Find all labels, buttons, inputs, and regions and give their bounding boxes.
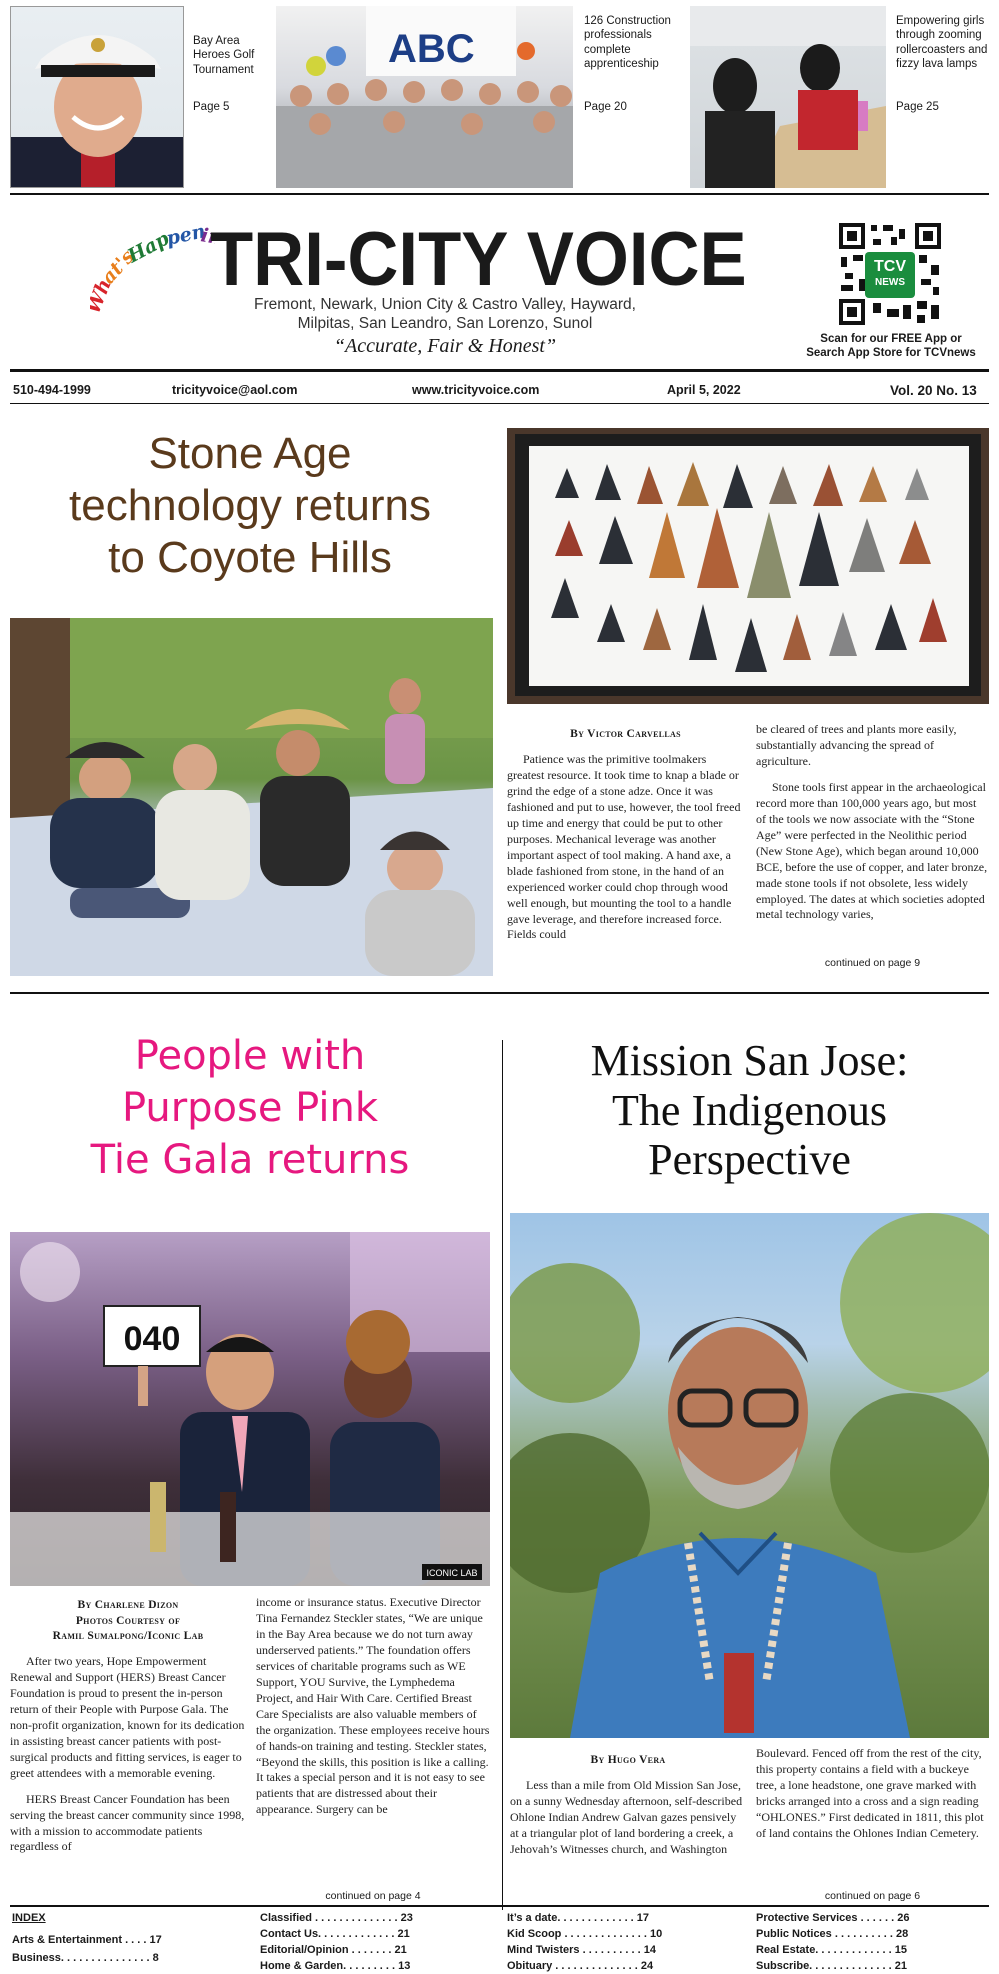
index-entry[interactable]: Editorial/Opinion . . . . . . . 21 bbox=[260, 1944, 435, 1956]
story1-col2: be cleared of trees and plants more easi… bbox=[756, 722, 989, 933]
teaser-photo-girls[interactable] bbox=[690, 6, 886, 188]
index-top-rule bbox=[10, 1905, 989, 1907]
app-promo-line1: Scan for our FREE App or bbox=[820, 333, 962, 345]
index-entry[interactable]: Classified . . . . . . . . . . . . . . 2… bbox=[260, 1912, 435, 1924]
info-bar-top-rule bbox=[10, 369, 989, 372]
tcv-badge-line2: NEWS bbox=[875, 277, 905, 288]
info-bar-bottom-rule bbox=[10, 403, 989, 404]
section-divider bbox=[10, 992, 989, 994]
story3-headline-line3: Perspective bbox=[648, 1135, 851, 1185]
teaser-page-1[interactable]: Page 5 bbox=[193, 101, 229, 113]
index-entry[interactable]: Subscribe. . . . . . . . . . . . . . 21 bbox=[756, 1960, 931, 1972]
story1-continued-link[interactable]: continued on page 9 bbox=[756, 957, 989, 969]
story2-byline-line3: Ramil Sumalpong/Iconic Lab bbox=[52, 1630, 204, 1643]
app-promo-line2: Search App Store for TCVnews bbox=[806, 347, 976, 360]
story1-col1-text: Patience was the primitive toolmakers gr… bbox=[507, 752, 741, 942]
story1-headline-line2: technology returns bbox=[69, 480, 431, 530]
masthead-cities-1: Fremont, Newark, Union City & Castro Val… bbox=[254, 296, 636, 313]
masthead-title: TRI-CITY VOICE bbox=[210, 217, 747, 302]
story1-byline: By Victor Carvellas bbox=[570, 728, 681, 740]
index-entry[interactable]: Mind Twisters . . . . . . . . . . 14 bbox=[507, 1944, 682, 1956]
info-date: April 5, 2022 bbox=[667, 383, 741, 397]
story3-col2-text: Boulevard. Fenced off from the rest of t… bbox=[756, 1746, 984, 1840]
teaser-text-1[interactable]: Bay Area Heroes Golf Tournament bbox=[193, 34, 265, 77]
story2-col1-text-b: HERS Breast Cancer Foundation has been s… bbox=[10, 1791, 245, 1854]
whats-happening-art: Wh at's Hap pen ing bbox=[82, 205, 237, 325]
app-promo[interactable]: Scan for our FREE App or Search App Stor… bbox=[806, 332, 976, 361]
teaser-divider bbox=[10, 193, 989, 195]
story1-headline-line1: Stone Age bbox=[148, 429, 352, 478]
story1-col2-text-a: be cleared of trees and plants more easi… bbox=[756, 722, 957, 768]
story2-headline-line3: Tie Gala returns bbox=[90, 1137, 410, 1183]
index-entry[interactable]: Public Notices . . . . . . . . . . 28 bbox=[756, 1928, 931, 1940]
story2-headline-line1: People with bbox=[134, 1033, 366, 1079]
story1-headline-line3: to Coyote Hills bbox=[108, 532, 392, 582]
info-phone[interactable]: 510-494-1999 bbox=[13, 383, 91, 397]
teaser-text-3[interactable]: Empowering girls through zooming rollerc… bbox=[896, 14, 994, 72]
story2-byline-line1: By Charlene Dizon bbox=[77, 1599, 179, 1611]
story2-col1: After two years, Hope Empowerment Renewa… bbox=[10, 1654, 246, 1865]
index-entry[interactable]: Business. . . . . . . . . . . . . . . 8 bbox=[12, 1952, 182, 1964]
info-website[interactable]: www.tricityvoice.com bbox=[412, 383, 539, 397]
story2-byline-line2: Photos Courtesy of bbox=[75, 1614, 181, 1627]
index-title: INDEX bbox=[12, 1912, 46, 1924]
story2-continued-link[interactable]: continued on page 4 bbox=[256, 1890, 490, 1902]
story2-headline-line2: Purpose Pink bbox=[121, 1085, 379, 1131]
teaser-photo-veteran[interactable] bbox=[10, 6, 184, 188]
story3-headline-line1: Mission San Jose: bbox=[590, 1036, 909, 1085]
story1-col1: Patience was the primitive toolmakers gr… bbox=[507, 752, 744, 953]
index-entry[interactable]: Kid Scoop . . . . . . . . . . . . . . 10 bbox=[507, 1928, 682, 1940]
index-entry[interactable]: Protective Services . . . . . . 26 bbox=[756, 1912, 931, 1924]
story3-photo-galvan[interactable] bbox=[510, 1213, 989, 1738]
story3-col1: Less than a mile from Old Mission San Jo… bbox=[510, 1778, 746, 1868]
index-entry[interactable]: Contact Us. . . . . . . . . . . . . 21 bbox=[260, 1928, 435, 1940]
story3-continued-link[interactable]: continued on page 6 bbox=[756, 1890, 989, 1902]
story2-col2: income or insurance status. Executive Di… bbox=[256, 1595, 490, 1828]
story1-photo-arrowheads[interactable] bbox=[507, 428, 989, 704]
index-entry[interactable]: It’s a date. . . . . . . . . . . . . 17 bbox=[507, 1912, 682, 1924]
teaser-text-2[interactable]: 126 Construction professionals complete … bbox=[584, 14, 694, 72]
index-entry[interactable]: Home & Garden. . . . . . . . . 13 bbox=[260, 1960, 435, 1972]
index-entry[interactable]: Real Estate. . . . . . . . . . . . . 15 bbox=[756, 1944, 931, 1956]
tcv-news-badge[interactable]: TCV NEWS bbox=[865, 252, 915, 298]
story2-photo-credit: ICONIC LAB bbox=[426, 1568, 477, 1578]
story3-col1-text: Less than a mile from Old Mission San Jo… bbox=[510, 1778, 743, 1856]
story3-headline-line2: The Indigenous bbox=[612, 1085, 887, 1135]
story2-headline[interactable]: People with Purpose Pink Tie Gala return… bbox=[10, 1030, 490, 1186]
masthead-motto: “Accurate, Fair & Honest” bbox=[333, 335, 557, 357]
story2-byline: By Charlene Dizon Photos Courtesy of Ram… bbox=[10, 1598, 246, 1645]
story2-col1-text-a: After two years, Hope Empowerment Renewa… bbox=[10, 1654, 245, 1780]
teaser-page-2[interactable]: Page 20 bbox=[584, 101, 627, 113]
story2-paddle-number: 040 bbox=[124, 1320, 181, 1358]
column-divider bbox=[502, 1040, 503, 1910]
tcv-badge-line1: TCV bbox=[874, 258, 906, 275]
info-volume: Vol. 20 No. 13 bbox=[890, 383, 977, 398]
story1-headline[interactable]: Stone Age technology returns to Coyote H… bbox=[10, 428, 490, 584]
story2-photo-gala[interactable]: 040 ICONIC LAB bbox=[10, 1232, 490, 1586]
index-entry[interactable]: Arts & Entertainment . . . . 17 bbox=[12, 1934, 182, 1946]
story3-headline[interactable]: Mission San Jose: The Indigenous Perspec… bbox=[510, 1036, 989, 1185]
story3-byline: By Hugo Vera bbox=[590, 1754, 666, 1766]
masthead-cities-2: Milpitas, San Leandro, San Lorenzo, Suno… bbox=[297, 315, 593, 332]
index-entry[interactable]: Obituary . . . . . . . . . . . . . . 24 bbox=[507, 1960, 682, 1972]
teaser-page-3[interactable]: Page 25 bbox=[896, 101, 939, 113]
info-email[interactable]: tricityvoice@aol.com bbox=[172, 383, 297, 397]
teaser-photo-apprentices[interactable]: ABC bbox=[276, 6, 573, 188]
svg-text:ABC: ABC bbox=[388, 27, 475, 71]
story2-col2-text: income or insurance status. Executive Di… bbox=[256, 1595, 490, 1817]
story1-col2-text-b: Stone tools first appear in the archaeol… bbox=[756, 779, 988, 922]
story3-col2: Boulevard. Fenced off from the rest of t… bbox=[756, 1746, 989, 1852]
story1-photo-toolmakers[interactable] bbox=[10, 618, 493, 976]
